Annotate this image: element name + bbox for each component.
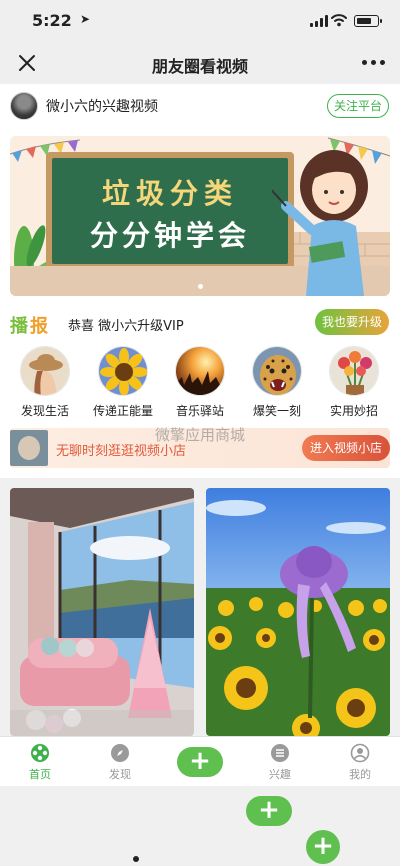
sunflower-hat-thumbnail (206, 488, 390, 736)
tab-home[interactable]: 首页 (0, 737, 80, 782)
concert-photo-icon (175, 346, 225, 396)
signal-icon (310, 15, 328, 27)
flowers-photo-icon (329, 346, 379, 396)
category-item[interactable]: 传递正能量 (85, 346, 161, 419)
film-reel-icon (31, 744, 49, 762)
list-icon (271, 744, 289, 762)
user-icon (350, 743, 370, 763)
broadcast-badge: 播报 (10, 312, 50, 338)
plus-icon: + (177, 747, 223, 777)
notice-text: 恭喜 微小六升级VIP (68, 319, 184, 334)
video-card[interactable] (10, 488, 194, 736)
tab-label: 发现 (109, 768, 131, 781)
tab-label: 兴趣 (269, 768, 291, 781)
avatar[interactable] (10, 92, 38, 120)
teacher-illustration (272, 150, 368, 296)
floating-plus-round-button[interactable]: + (306, 830, 340, 864)
follow-platform-button[interactable]: 关注平台 (327, 94, 389, 118)
category-item[interactable]: 音乐驿站 (162, 346, 238, 419)
category-item[interactable]: 爆笑一刻 (239, 346, 315, 419)
tab-bar: 首页 发现 + 兴趣 我的 (0, 736, 400, 786)
more-icon[interactable] (362, 60, 385, 65)
upgrade-button[interactable]: 我也要升级 (315, 309, 389, 335)
badge-char-1: 播 (10, 316, 30, 337)
lower-area (0, 786, 400, 866)
tab-label: 我的 (349, 768, 371, 781)
tab-create[interactable]: + (160, 737, 240, 777)
floating-plus-button[interactable]: + (246, 796, 292, 826)
pink-room-thumbnail (10, 488, 194, 736)
category-item[interactable]: 发现生活 (7, 346, 83, 419)
category-label: 发现生活 (20, 404, 69, 418)
page-title: 朋友圈看视频 (151, 57, 248, 76)
banner-title: 垃圾分类 (101, 177, 238, 210)
banner-subtitle: 分分钟学会 (89, 219, 250, 252)
category-list: 发现生活 传递正能量 音乐驿站 爆笑一刻 实用妙招 (0, 346, 400, 422)
status-time: 5:22 (32, 11, 72, 30)
platform-name: 微小六的兴趣视频 (46, 99, 158, 115)
video-card[interactable] (206, 488, 390, 736)
carousel-dot-active[interactable] (198, 284, 203, 289)
tab-discover[interactable]: 发现 (80, 737, 160, 782)
watermark: 微擎应用商城 (154, 426, 245, 444)
tab-label: 首页 (29, 768, 51, 781)
category-item[interactable]: 实用妙招 (316, 346, 392, 419)
leopard-photo-icon (252, 346, 302, 396)
compass-icon (111, 744, 129, 762)
banner-carousel[interactable]: 垃圾分类 分分钟学会 (10, 136, 390, 296)
platform-header: 微小六的兴趣视频 关注平台 (0, 84, 400, 128)
sunflower-photo-icon (98, 346, 148, 396)
main-content: 微小六的兴趣视频 关注平台 垃圾分类 分分钟学会 播报 恭喜 微小六升级VIP … (0, 84, 400, 736)
category-label: 实用妙招 (329, 404, 378, 418)
nav-bar: 朋友圈看视频 (0, 44, 400, 84)
wifi-icon (331, 14, 347, 27)
category-label: 传递正能量 (92, 404, 153, 418)
tab-interests[interactable]: 兴趣 (240, 737, 320, 782)
location-arrow-icon: ➤ (80, 12, 91, 26)
status-bar: 5:22 ➤ (0, 0, 400, 44)
category-label: 音乐驿站 (175, 404, 224, 418)
category-label: 爆笑一刻 (252, 404, 301, 418)
badge-char-2: 报 (30, 316, 50, 337)
home-indicator (133, 856, 139, 862)
battery-icon (354, 15, 382, 27)
notice-bar: 播报 恭喜 微小六升级VIP 我也要升级 (0, 306, 400, 340)
tab-profile[interactable]: 我的 (320, 737, 400, 782)
girl-hat-photo-icon (20, 346, 70, 396)
